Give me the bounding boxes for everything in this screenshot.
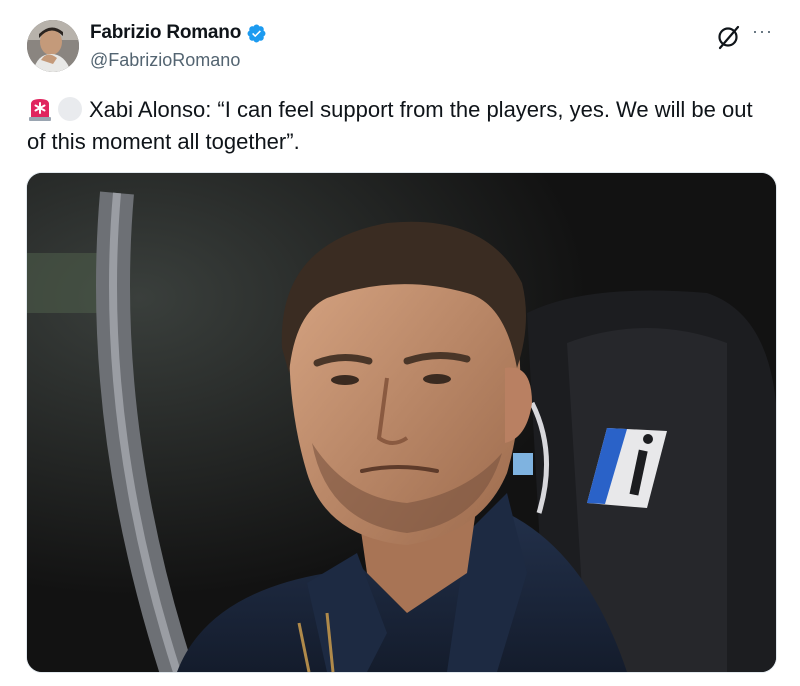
avatar-image — [27, 20, 79, 72]
author-name[interactable]: Fabrizio Romano — [90, 22, 241, 44]
more-icon[interactable]: ··· — [752, 21, 773, 41]
grok-icon[interactable] — [716, 24, 742, 50]
avatar[interactable] — [27, 20, 79, 72]
author-name-row: Fabrizio Romano — [90, 22, 267, 44]
verified-badge-icon — [246, 23, 267, 44]
author-handle[interactable]: @FabrizioRomano — [90, 50, 240, 71]
white-circle-emoji-icon — [57, 96, 83, 122]
siren-emoji-icon — [27, 96, 53, 122]
tweet-text: Xabi Alonso: “I can feel support from th… — [27, 97, 753, 154]
tweet-text-block: Xabi Alonso: “I can feel support from th… — [27, 94, 767, 158]
tweet-media-image[interactable] — [26, 172, 777, 673]
